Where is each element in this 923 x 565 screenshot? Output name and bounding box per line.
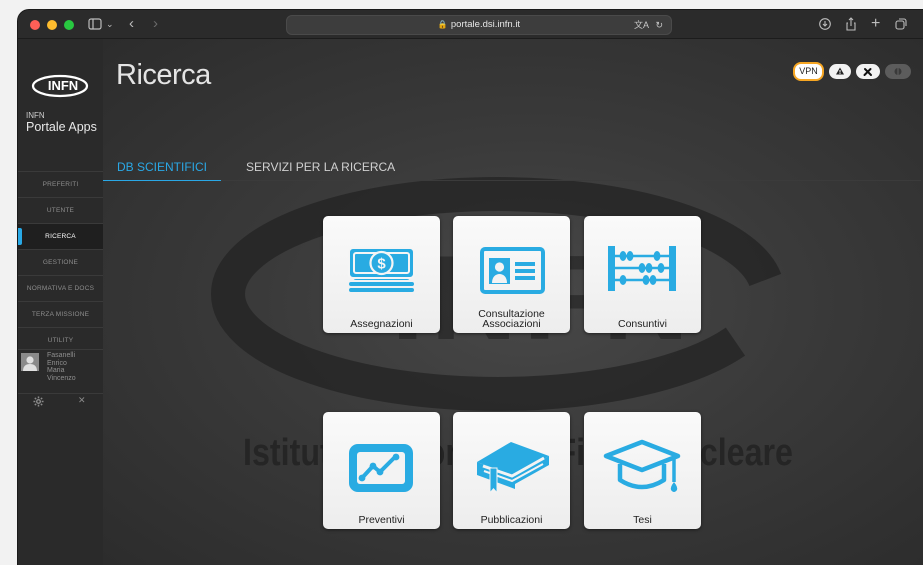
lock-icon: 🔒 [437, 20, 448, 29]
back-icon[interactable]: ‹ [129, 14, 134, 34]
active-indicator [18, 228, 22, 245]
money-icon: $ [348, 247, 415, 292]
tile-pubblicazioni[interactable]: Pubblicazioni [453, 412, 570, 529]
tile-label: Preventivi [358, 514, 405, 526]
tab-servizi-ricerca[interactable]: SERVIZI PER LA RICERCA [246, 160, 395, 174]
reload-icon[interactable]: ↻ [655, 16, 663, 34]
tile-label: Consuntivi [617, 318, 668, 330]
tile-label: Tesi [633, 514, 652, 526]
infn-logo[interactable]: INFN [30, 72, 90, 98]
url-text: portale.dsi.infn.it [450, 19, 521, 30]
warning-button[interactable] [829, 64, 851, 79]
page-title: Ricerca [116, 59, 211, 91]
sidebar-item-preferiti[interactable]: PREFERITI [18, 171, 103, 197]
tile-consultazione-associazioni[interactable]: Consultazione Associazioni [453, 216, 570, 333]
abacus-icon [608, 246, 676, 291]
sidebar-item-label: RICERCA [45, 233, 76, 240]
toggle-icon [894, 68, 902, 75]
chevron-down-icon[interactable]: ⌄ [106, 14, 114, 34]
browser-toolbar: ⌄ ‹ › 🔒 portale.dsi.infn.it 文A ↻ + [18, 10, 923, 39]
sidebar-item-label: GESTIONE [42, 259, 79, 266]
download-icon[interactable] [818, 14, 832, 40]
sidebar-item-label: UTENTE [46, 207, 75, 214]
new-tab-icon[interactable]: + [871, 14, 880, 34]
tile-preventivi[interactable]: Preventivi [323, 412, 440, 529]
gear-icon[interactable] [33, 396, 44, 407]
warning-icon [836, 67, 844, 75]
close-window-button[interactable] [30, 20, 40, 30]
main-content: INFN Istituto Nazionale di Fisica Nuclea… [103, 39, 923, 565]
share-icon[interactable] [844, 14, 858, 40]
sidebar-item-utente[interactable]: UTENTE [18, 197, 103, 223]
tile-assegnazioni[interactable]: $ Assegnazioni [323, 216, 440, 333]
user-name-line: Fasanelli [47, 352, 76, 359]
address-bar[interactable]: 🔒 portale.dsi.infn.it 文A ↻ [286, 15, 672, 35]
tile-label: Consultazione Associazioni [455, 309, 568, 330]
tile-tesi[interactable]: Tesi [584, 412, 701, 529]
svg-text:$: $ [377, 256, 386, 273]
close-icon[interactable]: ✕ [78, 395, 86, 406]
tab-bar: DB SCIENTIFICI SERVIZI PER LA RICERCA [103, 154, 923, 184]
avatar [21, 353, 39, 371]
toggle-button[interactable] [885, 64, 911, 79]
forward-icon[interactable]: › [153, 14, 158, 34]
sidebar-item-gestione[interactable]: GESTIONE [18, 249, 103, 275]
sidebar-item-label: PREFERITI [42, 181, 79, 188]
tile-label: Assegnazioni [350, 318, 413, 330]
minimize-window-button[interactable] [47, 20, 57, 30]
tile-label: Pubblicazioni [480, 514, 543, 526]
sidebar-item-ricerca[interactable]: RICERCA [18, 223, 103, 249]
org-short-name: INFN [26, 111, 45, 120]
vpn-button[interactable]: VPN [793, 62, 824, 81]
user-profile[interactable]: Fasanelli Enrico Maria Vincenzo [18, 349, 103, 394]
portal-name: Portale Apps [26, 120, 97, 134]
sidebar-item-label: UTILITY [47, 337, 74, 344]
tools-icon [863, 68, 872, 76]
sidebar: INFN INFN Portale Apps PREFERITI UTENTE … [18, 39, 103, 565]
tile-consuntivi[interactable]: Consuntivi [584, 216, 701, 333]
user-name-line: Maria [47, 367, 65, 375]
tile-label-line: Associazioni [482, 318, 541, 330]
sidebar-item-label: NORMATIVA E DOCS [26, 285, 95, 292]
tools-button[interactable] [856, 64, 880, 79]
zoom-window-button[interactable] [64, 20, 74, 30]
browser-window: ⌄ ‹ › 🔒 portale.dsi.infn.it 文A ↻ + INFN I… [18, 10, 923, 565]
sidebar-item-label: TERZA MISSIONE [31, 311, 90, 318]
user-controls: ✕ [18, 393, 103, 410]
active-tab-underline [103, 180, 221, 181]
logo-text: INFN [48, 78, 78, 93]
user-name-line: Vincenzo [47, 374, 76, 382]
sidebar-item-terza-missione[interactable]: TERZA MISSIONE [18, 301, 103, 327]
tab-divider [221, 180, 921, 181]
tab-overview-icon[interactable] [894, 14, 908, 40]
translate-icon[interactable]: 文A [634, 16, 649, 34]
book-icon [477, 442, 549, 493]
sidebar-toggle-icon[interactable] [88, 14, 102, 40]
id-card-icon [480, 247, 545, 294]
tab-db-scientifici[interactable]: DB SCIENTIFICI [117, 160, 207, 174]
user-name: Fasanelli Enrico Maria Vincenzo [47, 352, 76, 382]
graduation-cap-icon [603, 439, 681, 492]
chart-line-icon [349, 444, 413, 492]
sidebar-item-normativa[interactable]: NORMATIVA E DOCS [18, 275, 103, 301]
user-name-line: Enrico [47, 359, 67, 367]
